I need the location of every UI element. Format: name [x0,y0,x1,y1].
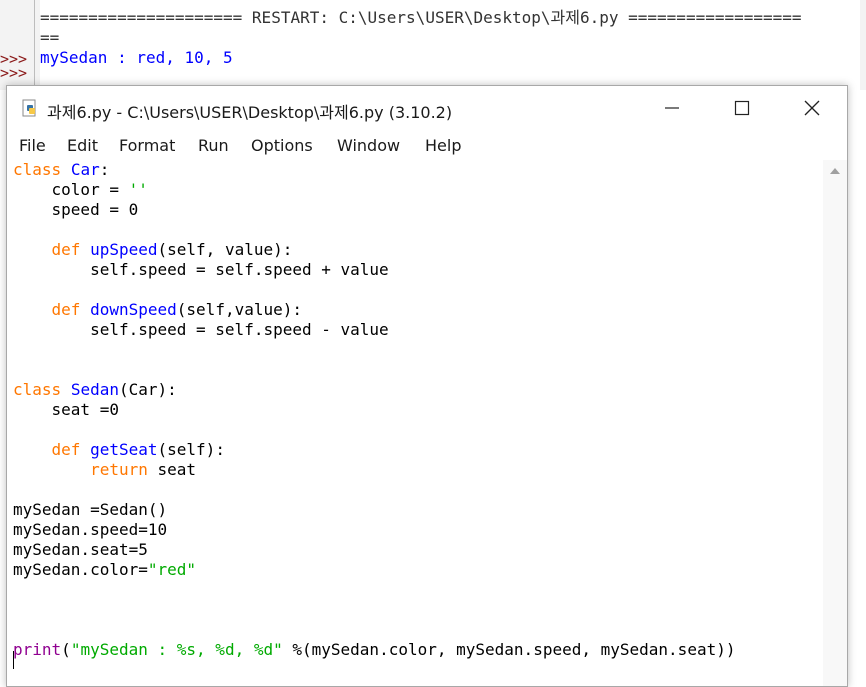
minimize-button[interactable] [637,86,707,130]
code-line: return seat [90,460,197,479]
code-line: def upSpeed(self, value): [51,240,293,259]
menu-window[interactable]: Window [337,136,400,155]
shell-prompt-gutter: >>> >>> [0,0,35,90]
menu-bar: File Edit Format Run Options Window Help [7,130,847,160]
code-line: color = '' [13,180,148,199]
title-bar[interactable]: 과제6.py - C:\Users\USER\Desktop\과제6.py (3… [7,86,847,130]
shell-prompt: >>> [0,64,28,82]
code-line: def getSeat(self): [51,440,225,459]
shell-restart-continuation: == [40,28,60,47]
code-line: self.speed = self.speed + value [13,260,389,279]
maximize-icon [734,100,750,116]
close-button[interactable] [777,86,847,130]
editor-window: 과제6.py - C:\Users\USER\Desktop\과제6.py (3… [6,85,848,687]
close-icon [804,100,820,116]
code-line: speed = 0 [13,200,139,219]
menu-help[interactable]: Help [425,136,461,155]
code-line: print("mySedan : %s, %d, %d" %(mySedan.c… [13,640,736,659]
scroll-up-arrow-icon[interactable] [830,168,840,174]
code-line: self.speed = self.speed - value [13,320,389,339]
menu-format[interactable]: Format [119,136,175,155]
python-file-icon [22,99,36,117]
shell-output-line: mySedan : red, 10, 5 [40,48,233,67]
shell-window: >>> >>> ===================== RESTART: C… [0,0,866,90]
code-line: mySedan =Sedan() [13,500,168,519]
code-line: class Car: [13,160,110,179]
vertical-scrollbar[interactable] [823,160,847,686]
menu-file[interactable]: File [19,136,46,155]
menu-edit[interactable]: Edit [67,136,98,155]
code-line: def downSpeed(self,value): [51,300,303,319]
code-editor[interactable]: class Car: color = '' speed = 0 def upSp… [7,160,823,686]
code-line: class Sedan(Car): [13,380,177,399]
shell-restart-line: ===================== RESTART: C:\Users\… [40,8,802,27]
code-line: mySedan.speed=10 [13,520,168,539]
menu-run[interactable]: Run [198,136,229,155]
maximize-button[interactable] [707,86,777,130]
menu-options[interactable]: Options [251,136,313,155]
minimize-icon [665,107,679,109]
shell-text-area[interactable]: ===================== RESTART: C:\Users\… [40,0,860,90]
code-line: mySedan.color="red" [13,560,197,579]
text-cursor [13,651,14,669]
code-line: seat =0 [13,400,119,419]
code-line: mySedan.seat=5 [13,540,148,559]
window-title: 과제6.py - C:\Users\USER\Desktop\과제6.py (3… [47,103,453,122]
